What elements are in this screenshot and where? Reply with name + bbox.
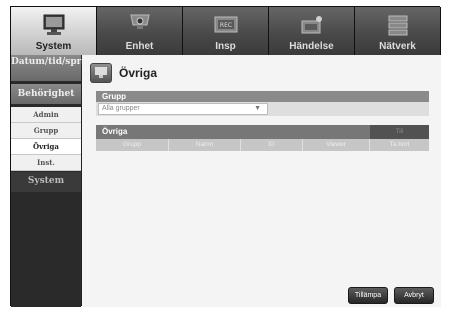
sidebar-section-permission[interactable]: Behörighet	[11, 84, 81, 104]
dvr-settings-window: System Enhet REC Insp Händelse Nätverk D…	[10, 6, 441, 307]
page-monitor-icon	[90, 63, 112, 83]
group-dropdown[interactable]: Alla grupper ▼	[98, 103, 268, 115]
page-title: Övriga	[119, 66, 158, 80]
tab-label: Nätverk	[379, 41, 416, 52]
apply-button[interactable]: Tillämpa	[348, 287, 388, 304]
sidebar-item-inst[interactable]: Inst.	[11, 155, 81, 171]
group-section-header: Grupp	[96, 91, 429, 102]
column-header-group: Grupp	[96, 139, 169, 151]
tab-system[interactable]: System	[11, 7, 97, 55]
sidebar: Datum/tid/språk Behörighet Admin Grupp Ö…	[11, 55, 93, 307]
column-header-name: Namn	[169, 139, 241, 151]
network-icon	[388, 15, 408, 36]
tab-enhet[interactable]: Enhet	[97, 7, 183, 55]
column-header-id: ID	[241, 139, 303, 151]
tab-label: Insp	[215, 41, 236, 52]
sidebar-item-admin[interactable]: Admin	[11, 107, 81, 123]
sidebar-item-ovriga[interactable]: Övriga	[11, 139, 81, 155]
system-monitor-icon	[43, 14, 65, 35]
tab-label: System	[35, 41, 72, 52]
sidebar-section-label: Behörighet	[17, 89, 75, 99]
camera-icon	[130, 14, 150, 29]
cancel-button[interactable]: Avbryt	[394, 287, 434, 304]
tab-label: Enhet	[125, 41, 154, 52]
tab-handelse[interactable]: Händelse	[269, 7, 355, 55]
main-panel: Övriga Grupp Alla grupper ▼ Övriga Till …	[82, 55, 441, 307]
table-header-row: Grupp Namn ID Viewer Ta bort	[96, 139, 429, 151]
column-header-delete: Ta bort	[370, 139, 429, 151]
sidebar-section-datetime[interactable]: Datum/tid/språk	[11, 55, 93, 81]
page-header: Övriga	[90, 62, 157, 84]
sidebar-item-grupp[interactable]: Grupp	[11, 123, 81, 139]
recorder-icon: REC	[214, 16, 238, 33]
tab-label: Händelse	[289, 41, 334, 52]
top-navigation: System Enhet REC Insp Händelse Nätverk	[11, 7, 441, 55]
tab-insp[interactable]: REC Insp	[183, 7, 269, 55]
column-header-viewer: Viewer	[303, 139, 370, 151]
group-dropdown-value: Alla grupper	[102, 105, 140, 112]
svg-text:REC: REC	[220, 22, 232, 29]
chevron-down-icon: ▼	[254, 105, 261, 112]
sidebar-section-system[interactable]: System	[11, 172, 81, 192]
event-icon	[301, 16, 322, 34]
add-tab-button[interactable]: Till	[370, 125, 429, 139]
tab-natverk[interactable]: Nätverk	[355, 7, 441, 55]
